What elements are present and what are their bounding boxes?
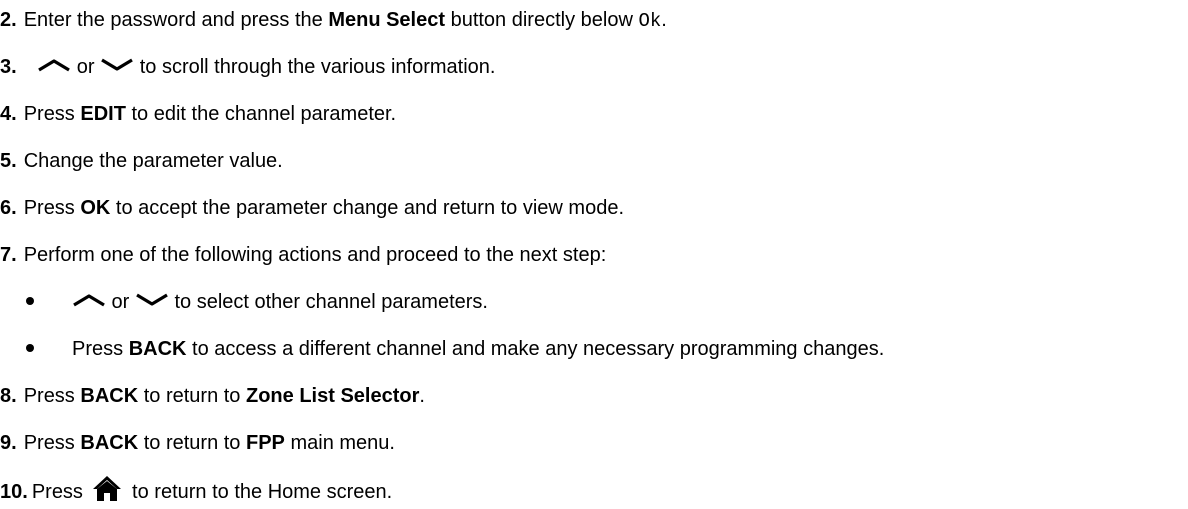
step-number: 3. [0,56,17,78]
bullet-item: Press BACK to access a different channel… [26,336,884,362]
step-text: Press [31,481,89,503]
back-label: BACK [80,432,139,454]
step-5: 5. Change the parameter value. [0,148,283,174]
bullet-item: or to select other channel parameters. [26,289,488,316]
step-number: 5. [0,150,17,172]
step-3: 3. or to scroll through the various info… [0,54,495,81]
back-label: BACK [80,385,139,407]
step-text: main menu. [284,432,395,454]
step-text: Change the parameter value. [23,150,283,172]
step-number: 8. [0,385,17,407]
step-number: 2. [0,9,17,31]
step-text: to return to [138,385,246,407]
chevron-up-icon [72,288,106,314]
step-text: Press [23,385,81,407]
zone-list-selector-label: Zone List Selector [246,385,420,407]
or-text: or [71,56,101,78]
menu-select-label: Menu Select [328,9,446,31]
bullet-text: to select other channel parameters. [168,291,488,313]
chevron-down-icon [135,288,169,314]
step-2: 2. Enter the password and press the Menu … [0,7,667,34]
step-number: 6. [0,197,17,219]
back-label: BACK [128,338,187,360]
bullet-dot [26,343,34,352]
step-10: 10. Press to return to the Home screen. [0,470,392,505]
step-text: Press [23,432,81,454]
step-6: 6. Press OK to accept the parameter chang… [0,195,624,221]
step-number: 7. [0,244,17,266]
step-8: 8. Press BACK to return to Zone List Sele… [0,383,425,409]
step-number: 9. [0,432,17,454]
step-number: 4. [0,103,17,125]
step-text: . [419,385,425,407]
chevron-up-icon [37,53,71,79]
step-text: button directly below [445,9,639,31]
step-4: 4. Press EDIT to edit the channel paramet… [0,101,396,127]
home-icon [91,474,123,509]
bullet-text: to access a different channel and make a… [186,338,885,360]
step-text: to accept the parameter change and retur… [110,197,625,219]
step-text: Press [23,103,81,125]
step-number: 10. [0,481,28,503]
or-text: or [106,291,135,313]
ok-label: OK [80,197,111,219]
step-9: 9. Press BACK to return to FPP main menu. [0,430,395,456]
fpp-label: FPP [246,432,285,454]
chevron-down-icon [100,53,134,79]
step-text: to return to [138,432,246,454]
step-text: to return to the Home screen. [126,481,393,503]
step-text: Perform one of the following actions and… [23,244,607,266]
step-7: 7. Perform one of the following actions a… [0,242,606,268]
step-text: Press [23,197,81,219]
step-text: to scroll through the various informatio… [134,56,496,78]
ok-code-label: Ok [638,10,662,32]
step-text: Enter the password and press the [23,9,329,31]
edit-label: EDIT [80,103,126,125]
step-text: . [661,9,667,31]
step-text: to edit the channel parameter. [125,103,397,125]
bullet-dot [26,296,34,305]
bullet-text: Press [72,338,129,360]
